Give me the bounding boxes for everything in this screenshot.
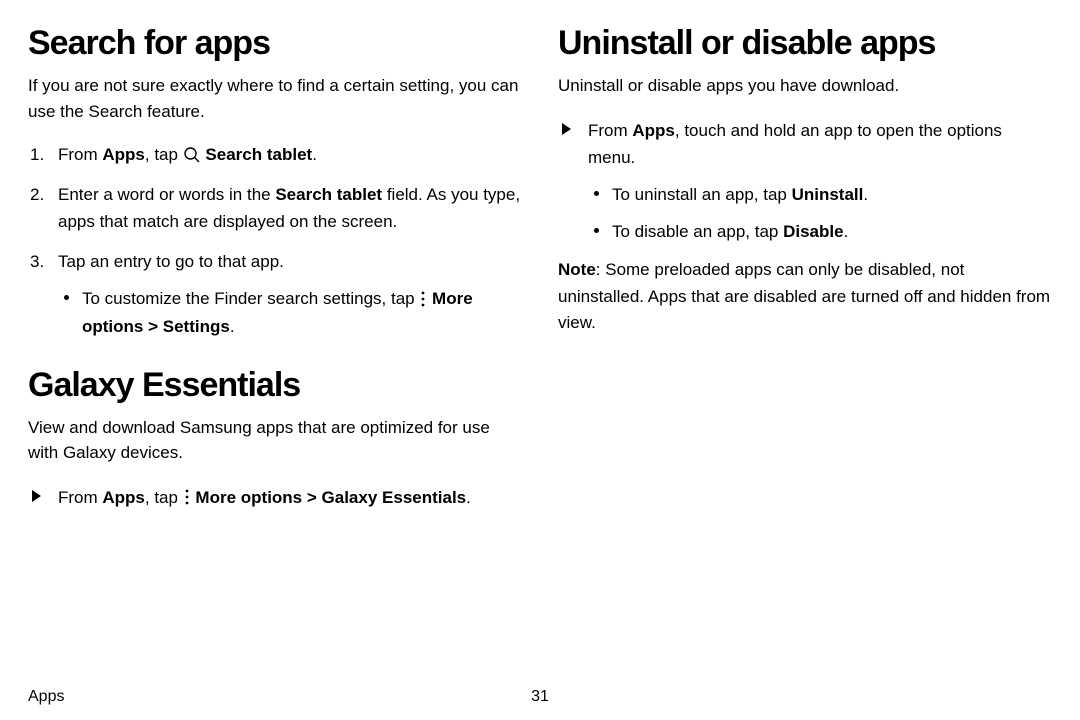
galaxy-step: From Apps, tap More options > Galaxy Ess…: [28, 484, 522, 511]
page-footer: Apps 31: [28, 688, 1052, 706]
intro-galaxy: View and download Samsung apps that are …: [28, 415, 522, 466]
sub-uninstall: To uninstall an app, tap Uninstall.: [594, 181, 1052, 208]
step-3: Tap an entry to go to that app. To custo…: [28, 249, 522, 340]
step-1: From Apps, tap Search tablet.: [28, 142, 522, 168]
intro-uninstall: Uninstall or disable apps you have downl…: [558, 73, 1052, 99]
sub-disable: To disable an app, tap Disable.: [594, 218, 1052, 245]
heading-uninstall-disable: Uninstall or disable apps: [558, 24, 1052, 63]
right-column: Uninstall or disable apps Uninstall or d…: [558, 24, 1052, 523]
step-2: Enter a word or words in the Search tabl…: [28, 182, 522, 235]
uninstall-step: From Apps, touch and hold an app to open…: [558, 117, 1052, 246]
footer-page-number: 31: [531, 688, 549, 706]
uninstall-sub: To uninstall an app, tap Uninstall. To d…: [588, 181, 1052, 245]
galaxy-steps: From Apps, tap More options > Galaxy Ess…: [28, 484, 522, 511]
step-3-sub: To customize the Finder search settings,…: [58, 285, 522, 339]
left-column: Search for apps If you are not sure exac…: [28, 24, 522, 523]
more-options-icon: [183, 488, 191, 506]
uninstall-steps: From Apps, touch and hold an app to open…: [558, 117, 1052, 246]
footer-chapter: Apps: [28, 688, 64, 706]
more-options-icon: [419, 290, 427, 308]
note-text: Note: Some preloaded apps can only be di…: [558, 257, 1052, 336]
search-steps: From Apps, tap Search tablet. Enter a wo…: [28, 142, 522, 340]
heading-galaxy-essentials: Galaxy Essentials: [28, 366, 522, 405]
intro-search: If you are not sure exactly where to fin…: [28, 73, 522, 124]
step-3-sub-item: To customize the Finder search settings,…: [64, 285, 522, 339]
search-icon: [183, 146, 201, 164]
heading-search-for-apps: Search for apps: [28, 24, 522, 63]
